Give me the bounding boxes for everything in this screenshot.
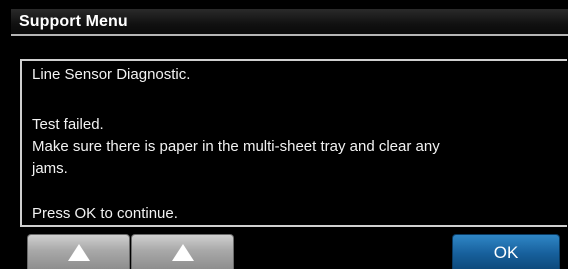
ok-button[interactable]: OK xyxy=(452,234,560,269)
message-line-instruction-cont: jams. xyxy=(32,160,68,177)
message-line-diagnostic: Line Sensor Diagnostic. xyxy=(32,66,191,83)
support-menu-screen: Support Menu Line Sensor Diagnostic. Tes… xyxy=(0,0,568,269)
up-arrow-icon xyxy=(171,244,194,261)
message-line-instruction: Make sure there is paper in the multi-sh… xyxy=(32,138,440,155)
title-bar: Support Menu xyxy=(11,9,568,36)
message-line-prompt: Press OK to continue. xyxy=(32,205,178,222)
ok-button-label: OK xyxy=(493,243,519,262)
scroll-up-button[interactable] xyxy=(27,234,130,269)
page-title: Support Menu xyxy=(19,13,128,30)
message-box: Line Sensor Diagnostic. Test failed. Mak… xyxy=(20,59,567,227)
up-arrow-icon xyxy=(67,244,90,261)
message-line-result: Test failed. xyxy=(32,116,104,133)
scroll-second-button[interactable] xyxy=(131,234,234,269)
